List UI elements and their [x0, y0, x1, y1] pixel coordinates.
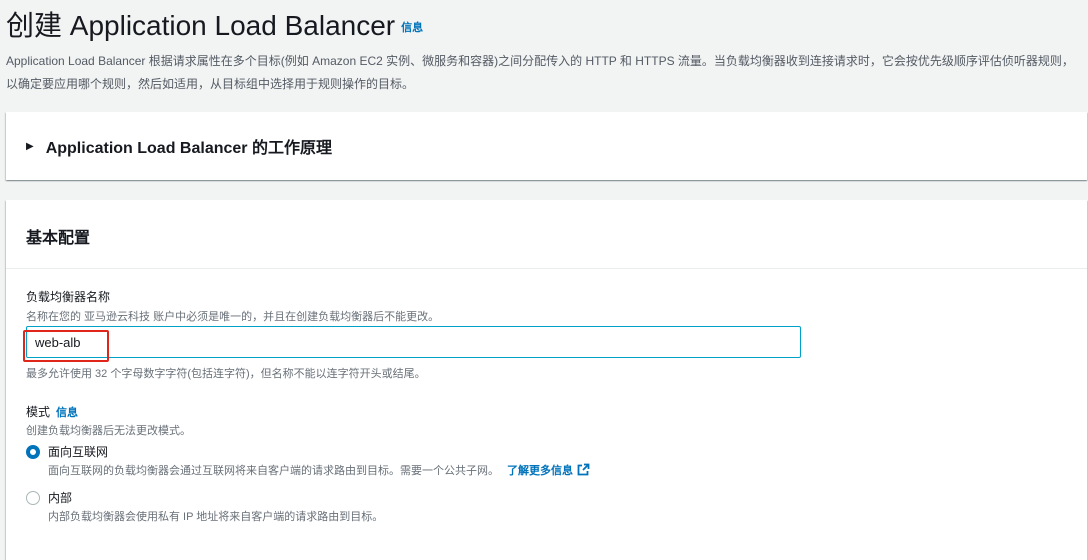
scheme-info-link[interactable]: 信息 [56, 407, 78, 419]
radio-unchecked-icon[interactable] [26, 491, 40, 505]
page-description: Application Load Balancer 根据请求属性在多个目标(例如… [6, 54, 1074, 91]
external-link-icon [577, 463, 590, 476]
scheme-option-description: 面向互联网的负载均衡器会通过互联网将来自客户端的请求路由到目标。需要一个公共子网… [48, 463, 590, 479]
scheme-option-internet-facing[interactable]: 面向互联网 面向互联网的负载均衡器会通过互联网将来自客户端的请求路由到目标。需要… [26, 444, 590, 479]
lb-name-description: 名称在您的 亚马逊云科技 账户中必须是唯一的，并且在创建负载均衡器后不能更改。 [26, 311, 440, 323]
basic-config-title: 基本配置 [26, 230, 91, 247]
lb-name-input-wrapper [26, 326, 801, 358]
how-it-works-expander[interactable]: ▶ Application Load Balancer 的工作原理 [26, 134, 332, 158]
caret-right-icon: ▶ [26, 140, 34, 152]
basic-config-panel: 基本配置 负载均衡器名称 名称在您的 亚马逊云科技 账户中必须是唯一的，并且在创… [6, 200, 1087, 560]
scheme-option-text: 内部 内部负载均衡器会使用私有 IP 地址将来自客户端的请求路由到目标。 [48, 490, 383, 525]
learn-more-text: 了解更多信息 [507, 465, 573, 477]
scheme-option-label: 面向互联网 [48, 445, 109, 459]
lb-name-label: 负载均衡器名称 [26, 290, 111, 304]
scheme-description: 创建负载均衡器后无法更改模式。 [26, 425, 191, 437]
scheme-option-description-text: 面向互联网的负载均衡器会通过互联网将来自客户端的请求路由到目标。需要一个公共子网… [48, 465, 499, 477]
scheme-option-text: 面向互联网 面向互联网的负载均衡器会通过互联网将来自客户端的请求路由到目标。需要… [48, 444, 590, 479]
page-title-text: 创建 Application Load Balancer [6, 10, 396, 41]
header-info-link[interactable]: 信息 [401, 22, 423, 34]
scheme-option-description: 内部负载均衡器会使用私有 IP 地址将来自客户端的请求路由到目标。 [48, 511, 384, 523]
scheme-option-internal[interactable]: 内部 内部负载均衡器会使用私有 IP 地址将来自客户端的请求路由到目标。 [26, 490, 383, 525]
radio-checked-icon[interactable] [26, 445, 40, 459]
how-it-works-panel: ▶ Application Load Balancer 的工作原理 [6, 112, 1087, 180]
basic-config-header: 基本配置 [6, 200, 1087, 269]
scheme-option-label: 内部 [48, 491, 73, 505]
page-title: 创建 Application Load Balancer 信息 [6, 6, 423, 48]
how-it-works-title: Application Load Balancer 的工作原理 [45, 140, 332, 157]
lb-name-constraint: 最多允许使用 32 个字母数字字符(包括连字符)，但名称不能以连字符开头或结尾。 [26, 368, 426, 380]
lb-name-input[interactable] [35, 333, 785, 351]
scheme-label: 模式 信息 [26, 403, 78, 420]
learn-more-link[interactable]: 了解更多信息 [507, 463, 590, 477]
scheme-label-text: 模式 [26, 405, 51, 419]
